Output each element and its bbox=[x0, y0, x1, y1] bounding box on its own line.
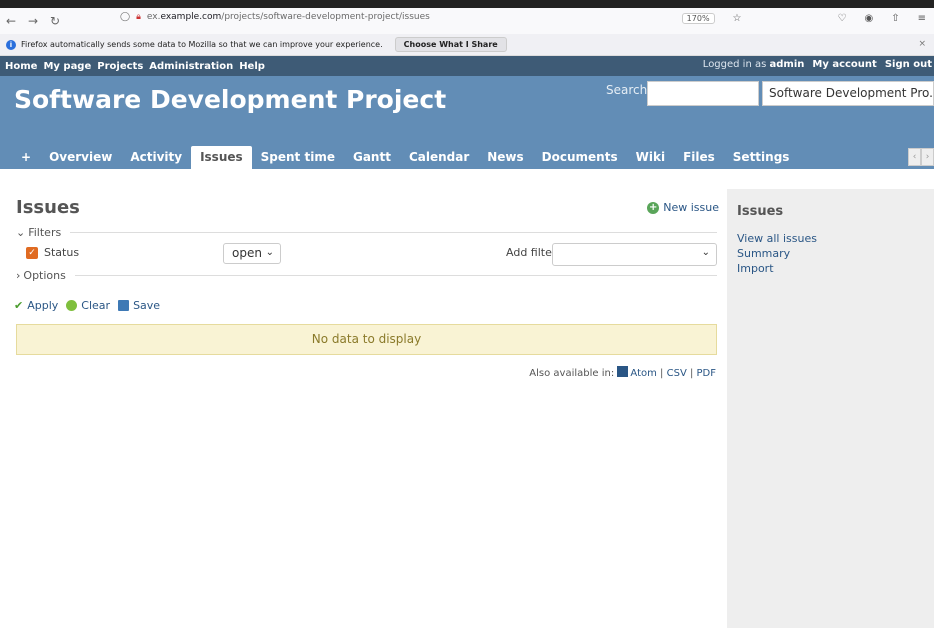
save-button[interactable]: Save bbox=[118, 299, 160, 312]
info-icon: i bbox=[6, 39, 16, 50]
top-menu-home[interactable]: Home bbox=[5, 61, 37, 72]
forward-icon[interactable]: → bbox=[22, 14, 44, 28]
tab-issues[interactable]: Issues bbox=[191, 146, 252, 169]
my-account-link[interactable]: My account bbox=[812, 59, 876, 70]
atom-link[interactable]: Atom bbox=[630, 368, 656, 379]
browser-window: ← → ↻ ◯ 🔒︎ ex.example.com/projects/softw… bbox=[0, 0, 934, 628]
feed-icon bbox=[617, 366, 629, 377]
account-icon[interactable]: ◉ bbox=[864, 13, 873, 24]
options-legend[interactable]: › Options bbox=[16, 269, 717, 282]
status-filter-label: Status bbox=[44, 246, 80, 259]
add-icon: + bbox=[647, 201, 660, 214]
extensions-icon[interactable]: ⇧ bbox=[891, 13, 899, 24]
save-icon bbox=[118, 300, 130, 311]
notice-text: Firefox automatically sends some data to… bbox=[21, 40, 383, 49]
clear-button[interactable]: Clear bbox=[66, 299, 110, 312]
checkmark-icon: ✔ bbox=[14, 299, 24, 312]
tab-settings[interactable]: Settings bbox=[724, 146, 799, 169]
other-formats: Also available in: Atom | CSV | PDF bbox=[529, 366, 716, 379]
tab-gantt[interactable]: Gantt bbox=[344, 146, 400, 169]
project-jump-select[interactable]: Software Development Pro... ⌄ bbox=[762, 81, 934, 106]
url-path: /projects/software-development-project/i… bbox=[221, 12, 430, 22]
sidebar-link-import[interactable]: Import bbox=[737, 261, 924, 276]
new-issue-link[interactable]: + New issue bbox=[647, 201, 719, 214]
tab-spent-time[interactable]: Spent time bbox=[252, 146, 344, 169]
reload-icon bbox=[66, 300, 78, 311]
add-filter-label: Add filter bbox=[506, 246, 557, 259]
tab-scroll-left-icon[interactable]: ‹ bbox=[908, 148, 921, 166]
query-actions: ✔ Apply Clear Save bbox=[14, 299, 717, 312]
tab-activity[interactable]: Activity bbox=[121, 146, 191, 169]
chevron-down-icon: ⌄ bbox=[16, 226, 26, 239]
address-bar[interactable]: ◯ 🔒︎ ex.example.com/projects/software-de… bbox=[120, 12, 430, 22]
tab-scroll-right-icon[interactable]: › bbox=[921, 148, 934, 166]
filters-legend[interactable]: ⌄ Filters bbox=[16, 226, 717, 239]
csv-link[interactable]: CSV bbox=[667, 368, 687, 379]
top-menu-my-page[interactable]: My page bbox=[43, 61, 91, 72]
logged-in-as: Logged in as admin bbox=[702, 59, 805, 70]
tab-wiki[interactable]: Wiki bbox=[627, 146, 674, 169]
sign-out-link[interactable]: Sign out bbox=[885, 59, 932, 70]
logged-user-link[interactable]: admin bbox=[770, 59, 805, 70]
sidebar-title: Issues bbox=[737, 204, 784, 219]
tab-documents[interactable]: Documents bbox=[533, 146, 627, 169]
search-input[interactable] bbox=[647, 81, 759, 106]
zoom-level[interactable]: 170% bbox=[681, 13, 715, 24]
sidebar-link-view-all-issues[interactable]: View all issues bbox=[737, 231, 924, 246]
back-icon[interactable]: ← bbox=[0, 14, 22, 28]
sidebar-link-summary[interactable]: Summary bbox=[737, 246, 924, 261]
close-icon[interactable]: × bbox=[918, 39, 926, 49]
add-filter-select[interactable]: ⌄ bbox=[552, 243, 717, 266]
chevron-down-icon: ⌄ bbox=[265, 247, 274, 258]
search-label: Search: bbox=[606, 83, 652, 97]
menu-icon[interactable]: ≡ bbox=[918, 13, 926, 24]
chevron-right-icon: › bbox=[16, 269, 21, 282]
page-title: Issues bbox=[16, 197, 80, 218]
top-menu-projects[interactable]: Projects bbox=[97, 61, 143, 72]
browser-toolbar: ← → ↻ ◯ 🔒︎ ex.example.com/projects/softw… bbox=[0, 8, 934, 34]
tab-files[interactable]: Files bbox=[674, 146, 724, 169]
main-content: Issues + New issue ⌄ Filters ✓ Status open… bbox=[0, 189, 727, 379]
status-operator-select[interactable]: open ⌄ bbox=[223, 243, 281, 264]
top-menu: Home My page Projects Administration Hel… bbox=[0, 56, 934, 76]
project-header: Software Development Project Search: Sof… bbox=[0, 76, 934, 169]
sidebar: Issues View all issues Summary Import bbox=[727, 189, 934, 628]
filters-fieldset: ⌄ Filters ✓ Status open ⌄ Add filter ⌄ › Op… bbox=[16, 226, 717, 282]
shield-icon: ◯ bbox=[120, 12, 131, 22]
status-filter-checkbox[interactable]: ✓ bbox=[26, 247, 38, 259]
project-title: Software Development Project bbox=[14, 85, 447, 114]
filter-row-status: ✓ Status open ⌄ Add filter ⌄ bbox=[16, 243, 717, 269]
tab-overview[interactable]: Overview bbox=[40, 146, 121, 169]
tab-calendar[interactable]: Calendar bbox=[400, 146, 478, 169]
notification-bar: i Firefox automatically sends some data … bbox=[0, 34, 934, 56]
tab-new-object[interactable]: + bbox=[12, 146, 40, 169]
choose-what-i-share-button[interactable]: Choose What I Share bbox=[394, 37, 507, 52]
top-menu-help[interactable]: Help bbox=[239, 61, 265, 72]
reload-icon[interactable]: ↻ bbox=[44, 14, 66, 28]
bookmark-star-icon[interactable]: ☆ bbox=[733, 13, 742, 24]
pdf-link[interactable]: PDF bbox=[697, 368, 716, 379]
chevron-down-icon: ⌄ bbox=[701, 247, 710, 258]
url-prefix: ex. bbox=[146, 12, 161, 22]
no-data-message: No data to display bbox=[16, 324, 717, 355]
apply-button[interactable]: ✔ Apply bbox=[14, 299, 58, 312]
main-menu-tabs: + Overview Activity Issues Spent time Ga… bbox=[12, 146, 798, 169]
lock-icon: 🔒︎ bbox=[136, 12, 141, 22]
url-domain: example.com bbox=[160, 12, 222, 22]
pocket-icon[interactable]: ♡ bbox=[838, 13, 847, 24]
tab-news[interactable]: News bbox=[478, 146, 532, 169]
top-menu-administration[interactable]: Administration bbox=[149, 61, 233, 72]
